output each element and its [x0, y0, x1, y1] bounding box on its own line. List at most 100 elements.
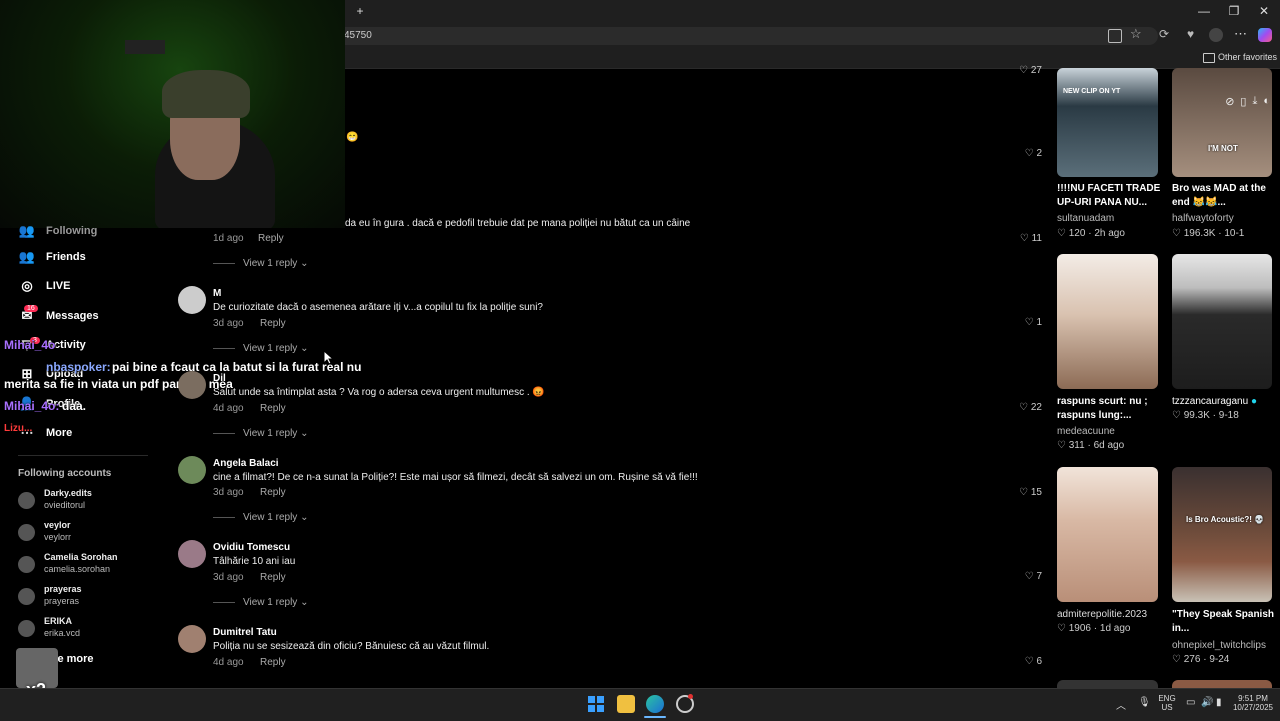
toggle-icon[interactable]: ◐ [1263, 95, 1270, 107]
comment-text: da eu în gura . dacă e pedofil trebuie d… [345, 218, 691, 229]
profile-avatar[interactable] [1209, 28, 1223, 42]
comment-like-count[interactable]: ♡ 2 [1002, 148, 1042, 159]
view-replies-button[interactable]: View 1 reply ⌄ [213, 258, 308, 269]
start-menu-icon[interactable] [588, 696, 604, 712]
new-tab-button[interactable]: + [350, 1, 370, 21]
language-indicator[interactable]: ENG US [1155, 694, 1179, 712]
video-stats: ♡ 196.3K · 10-1 [1172, 228, 1245, 239]
comment-like-count[interactable]: ♡ 11 [1002, 233, 1042, 244]
clock[interactable]: 9:51 PM 10/27/2025 [1230, 694, 1276, 712]
video-thumbnail[interactable] [1057, 254, 1158, 389]
battery-icon[interactable]: ▮ [1216, 697, 1222, 708]
following-account[interactable]: Darky.edits ovieditorul [18, 488, 158, 516]
favorite-star-icon[interactable]: ☆ [1130, 26, 1142, 42]
comment-author[interactable]: M [213, 288, 221, 299]
other-favorites-link[interactable]: Other favorites [1218, 52, 1277, 62]
comment-text: Salut unde sa întimplat asta ? Va rog o … [213, 387, 545, 398]
avatar[interactable] [178, 625, 206, 653]
copilot-icon[interactable] [1258, 28, 1272, 42]
comment-text: cine a filmat?! De ce n-a sunat la Poliț… [213, 472, 698, 483]
mobile-icon[interactable]: ▯ [1240, 95, 1246, 108]
comment-like-count[interactable]: ♡ 27 [1002, 65, 1042, 76]
folder-icon [1203, 53, 1215, 63]
sidebar-item-following[interactable]: 👥 Following [18, 220, 97, 242]
following-account[interactable]: veylor veylorr [18, 520, 158, 548]
video-thumbnail[interactable] [1057, 467, 1158, 602]
reply-button[interactable]: Reply [260, 318, 286, 329]
reply-button[interactable]: Reply [260, 657, 286, 668]
address-bar[interactable]: 45750 [336, 27, 1158, 45]
video-author[interactable]: tzzzancauraganu ● [1172, 396, 1257, 407]
comment-like-count[interactable]: ♡ 15 [1002, 487, 1042, 498]
following-account[interactable]: ERIKA erika.vcd [18, 616, 158, 644]
comment-author[interactable]: Dumitrel Tatu [213, 627, 277, 638]
streamer-cap [162, 70, 250, 118]
video-author[interactable]: halfwaytoforty [1172, 213, 1234, 224]
view-replies-button[interactable]: View 1 reply ⌄ [213, 343, 308, 354]
download-icon[interactable]: ⤓ [1252, 95, 1257, 108]
comment-like-count[interactable]: ♡ 6 [1002, 656, 1042, 667]
view-replies-button[interactable]: View 1 reply ⌄ [213, 512, 308, 523]
reply-button[interactable]: Reply [260, 403, 286, 414]
sidebar-item-live[interactable]: ◎ LIVE [18, 275, 70, 297]
reply-button[interactable]: Reply [260, 487, 286, 498]
following-account[interactable]: prayeras prayeras [18, 584, 158, 612]
browser-essentials-icon[interactable]: ♥ [1187, 27, 1194, 41]
video-thumbnail[interactable] [1172, 680, 1272, 688]
comment-like-count[interactable]: ♡ 1 [1002, 317, 1042, 328]
link-icon[interactable]: ⊘ [1225, 95, 1234, 108]
view-replies-button[interactable]: View 1 reply ⌄ [213, 428, 308, 439]
minimize-button[interactable]: — [1194, 1, 1214, 21]
comment-author[interactable]: Angela Balaci [213, 458, 279, 469]
video-thumbnail[interactable] [1172, 254, 1272, 389]
microphone-icon[interactable]: 🎙 [1138, 697, 1151, 708]
avatar [18, 556, 35, 573]
reply-button[interactable]: Reply [258, 233, 284, 244]
extensions-icon[interactable]: ⟳ [1159, 27, 1169, 41]
sidebar-item-friends[interactable]: 👥 Friends [18, 246, 86, 268]
video-thumbnail[interactable] [1057, 680, 1158, 688]
video-stats: ♡ 276 · 9-24 [1172, 654, 1230, 665]
video-title[interactable]: raspuns scurt: nu ; raspuns lung:... [1057, 395, 1162, 423]
video-thumbnail[interactable]: Is Bro Acoustic?! 💀 [1172, 467, 1272, 602]
comment-text: Poliția nu se sesizează din oficiu? Bănu… [213, 641, 490, 652]
video-author[interactable]: ohnepixel_twitchclips [1172, 640, 1266, 651]
video-title[interactable]: Bro was MAD at the end 😹😹... [1172, 182, 1277, 210]
avatar [18, 620, 35, 637]
video-thumbnail[interactable]: NEW CLIP ON YT [1057, 68, 1158, 177]
network-icon[interactable]: ▭ [1186, 697, 1195, 708]
file-explorer-icon[interactable] [617, 695, 635, 713]
comment-author[interactable]: Dil [213, 373, 226, 384]
view-replies-button[interactable]: View 1 reply ⌄ [213, 597, 308, 608]
background-object [125, 40, 165, 54]
emoji: 😁 [346, 132, 359, 143]
avatar[interactable] [178, 456, 206, 484]
comment-author[interactable]: Ovidiu Tomescu [213, 542, 290, 553]
video-title[interactable]: "They Speak Spanish in... [1172, 608, 1277, 636]
app-available-icon[interactable] [1108, 29, 1122, 43]
following-icon: 👥 [18, 223, 36, 238]
chevron-up-icon[interactable]: ︿ [1116, 697, 1126, 712]
chat-user: Lizu... [4, 423, 33, 434]
avatar[interactable] [178, 371, 206, 399]
video-author[interactable]: sultanuadam [1057, 213, 1114, 224]
avatar[interactable] [178, 540, 206, 568]
edge-browser-icon[interactable] [646, 695, 664, 713]
video-author[interactable]: medeacuune [1057, 426, 1115, 437]
live-icon: ◎ [21, 278, 33, 293]
video-title[interactable]: !!!!NU FACETI TRADE UP-URI PANA NU... [1057, 182, 1162, 210]
video-thumbnail[interactable]: I'M NOT [1172, 68, 1272, 177]
comment-like-count[interactable]: ♡ 7 [1002, 571, 1042, 582]
video-stats: ♡ 120 · 2h ago [1057, 228, 1125, 239]
comment-like-count[interactable]: ♡ 22 [1002, 402, 1042, 413]
settings-menu-icon[interactable]: ⋯ [1234, 26, 1247, 42]
avatar[interactable] [178, 286, 206, 314]
reply-button[interactable]: Reply [260, 572, 286, 583]
volume-icon[interactable]: 🔊 [1201, 697, 1213, 708]
video-author[interactable]: admiterepolitie.2023 [1057, 609, 1147, 620]
close-window-button[interactable]: ✕ [1254, 1, 1274, 21]
following-account[interactable]: Camelia Sorohan camelia.sorohan [18, 552, 158, 580]
maximize-button[interactable]: ❐ [1224, 1, 1244, 21]
avatar [18, 588, 35, 605]
messages-badge: 16 [24, 305, 38, 312]
